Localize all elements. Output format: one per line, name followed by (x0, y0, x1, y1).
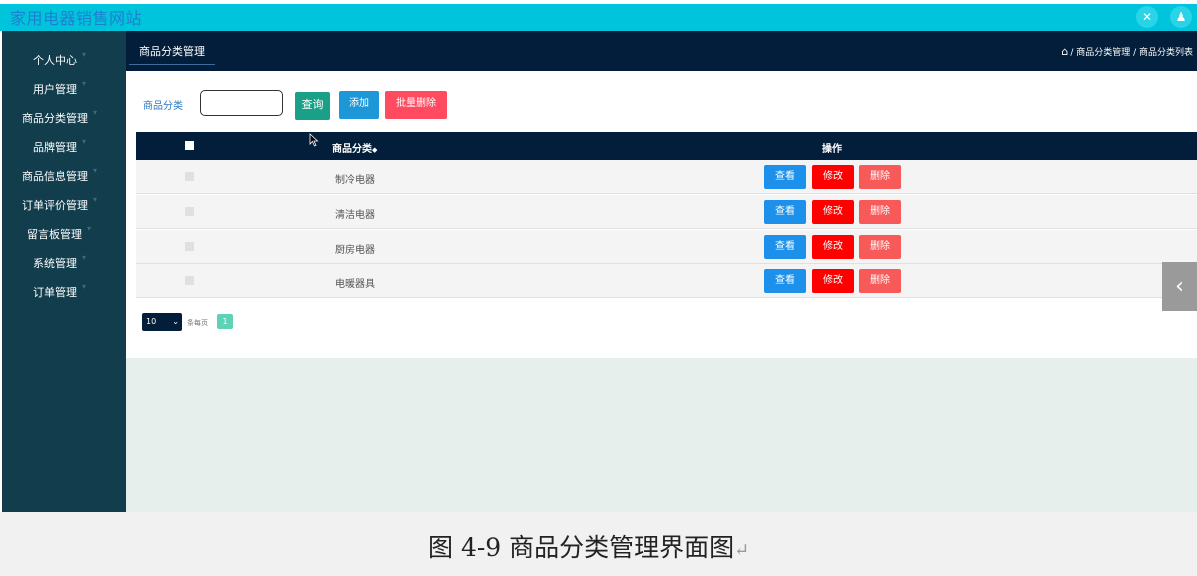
chevron-down-icon: ▾ (93, 166, 98, 175)
column-header-category[interactable]: 商品分类◆ (332, 140, 377, 155)
category-name: 厨房电器 (335, 245, 375, 256)
table-row: 电暖器具 查看 修改 删除 (136, 264, 1197, 298)
batch-delete-button[interactable]: 批量删除 (385, 91, 447, 119)
query-button[interactable]: 查询 (295, 92, 330, 120)
category-name: 电暖器具 (335, 279, 375, 290)
fullscreen-icon[interactable]: ✕ (1136, 6, 1158, 28)
sidebar-item-label: 订单管理 (33, 286, 77, 299)
tab-category-management[interactable]: 商品分类管理 (129, 44, 215, 65)
sidebar-item-label: 用户管理 (33, 83, 77, 96)
per-page-label: 条每页 (187, 319, 208, 327)
content-header: 商品分类管理 ⌂ / 商品分类管理 / 商品分类列表 (126, 31, 1197, 71)
home-icon[interactable]: ⌂ (1061, 45, 1068, 58)
page-size-select[interactable]: 10 ⌄ (142, 313, 182, 331)
figure-caption: 图 4-9 商品分类管理界面图↵ (428, 528, 749, 564)
sidebar-item-product[interactable]: 商品信息管理 ▾ (2, 160, 126, 189)
page-size-value: 10 (146, 317, 157, 326)
add-button[interactable]: 添加 (339, 91, 379, 119)
column-header-label: 商品分类 (332, 144, 372, 155)
view-button[interactable]: 查看 (764, 165, 806, 189)
sidebar-item-brand[interactable]: 品牌管理 ▾ (2, 131, 126, 160)
table-header: 商品分类◆ 操作 (136, 132, 1197, 160)
chevron-down-icon: ▾ (82, 253, 87, 262)
delete-button[interactable]: 删除 (859, 165, 901, 189)
content-background (126, 358, 1197, 512)
page-number-button[interactable]: 1 (217, 314, 233, 329)
chevron-down-icon: ▾ (82, 50, 87, 59)
sort-icon[interactable]: ◆ (372, 146, 377, 154)
sidebar: 个人中心 ▾ 用户管理 ▾ 商品分类管理 ▾ 品牌管理 ▾ 商品信息管理 ▾ 订… (2, 31, 126, 512)
user-icon[interactable]: ♟ (1170, 6, 1192, 28)
app-title: 家用电器销售网站 (10, 9, 143, 28)
chevron-down-icon: ▾ (93, 195, 98, 204)
sidebar-item-system[interactable]: 系统管理 ▾ (2, 247, 126, 276)
row-checkbox[interactable] (185, 207, 194, 216)
row-checkbox[interactable] (185, 276, 194, 285)
sidebar-item-label: 商品分类管理 (22, 112, 88, 125)
search-label: 商品分类 (143, 101, 183, 112)
breadcrumb: ⌂ / 商品分类管理 / 商品分类列表 (1061, 45, 1193, 58)
collapse-panel-toggle[interactable]: ‹ (1162, 262, 1197, 311)
edit-button[interactable]: 修改 (812, 165, 854, 189)
sidebar-item-label: 个人中心 (33, 54, 77, 67)
sidebar-item-message-board[interactable]: 留言板管理 ▾ (2, 218, 126, 247)
table-row: 制冷电器 查看 修改 删除 (136, 160, 1197, 194)
category-name: 清洁电器 (335, 210, 375, 221)
column-header-actions: 操作 (822, 144, 842, 155)
sidebar-item-orders[interactable]: 订单管理 ▾ (2, 276, 126, 305)
delete-button[interactable]: 删除 (859, 269, 901, 293)
chevron-down-icon: ⌄ (172, 317, 179, 326)
chevron-down-icon: ▾ (82, 282, 87, 291)
view-button[interactable]: 查看 (764, 200, 806, 224)
return-mark-icon: ↵ (734, 540, 750, 561)
chevron-down-icon: ▾ (87, 224, 92, 233)
edit-button[interactable]: 修改 (812, 200, 854, 224)
view-button[interactable]: 查看 (764, 235, 806, 259)
top-bar: 家用电器销售网站 ✕ ♟ (0, 4, 1197, 31)
table-row: 厨房电器 查看 修改 删除 (136, 230, 1197, 264)
sidebar-item-label: 品牌管理 (33, 141, 77, 154)
delete-button[interactable]: 删除 (859, 200, 901, 224)
sidebar-item-label: 订单评价管理 (22, 199, 88, 212)
app-screenshot: 家用电器销售网站 ✕ ♟ 个人中心 ▾ 用户管理 ▾ 商品分类管理 ▾ 品牌管理… (0, 0, 1197, 512)
category-search-input[interactable] (200, 90, 283, 116)
chevron-down-icon: ▾ (82, 79, 87, 88)
table-row: 清洁电器 查看 修改 删除 (136, 195, 1197, 229)
row-checkbox[interactable] (185, 172, 194, 181)
sidebar-item-reviews[interactable]: 订单评价管理 ▾ (2, 189, 126, 218)
breadcrumb-text: / 商品分类管理 / 商品分类列表 (1070, 48, 1193, 58)
sidebar-item-label: 商品信息管理 (22, 170, 88, 183)
sidebar-item-label: 系统管理 (33, 257, 77, 270)
edit-button[interactable]: 修改 (812, 269, 854, 293)
chevron-down-icon: ▾ (82, 137, 87, 146)
delete-button[interactable]: 删除 (859, 235, 901, 259)
chevron-left-icon: ‹ (1175, 274, 1184, 299)
view-button[interactable]: 查看 (764, 269, 806, 293)
mouse-cursor-icon (309, 133, 319, 147)
chevron-down-icon: ▾ (93, 108, 98, 117)
sidebar-item-users[interactable]: 用户管理 ▾ (2, 73, 126, 102)
sidebar-item-category[interactable]: 商品分类管理 ▾ (2, 102, 126, 131)
sidebar-item-personal-center[interactable]: 个人中心 ▾ (2, 44, 126, 73)
sidebar-item-label: 留言板管理 (27, 228, 82, 241)
select-all-checkbox[interactable] (185, 141, 194, 150)
edit-button[interactable]: 修改 (812, 235, 854, 259)
row-checkbox[interactable] (185, 242, 194, 251)
category-name: 制冷电器 (335, 175, 375, 186)
caption-text: 图 4-9 商品分类管理界面图 (428, 533, 735, 562)
